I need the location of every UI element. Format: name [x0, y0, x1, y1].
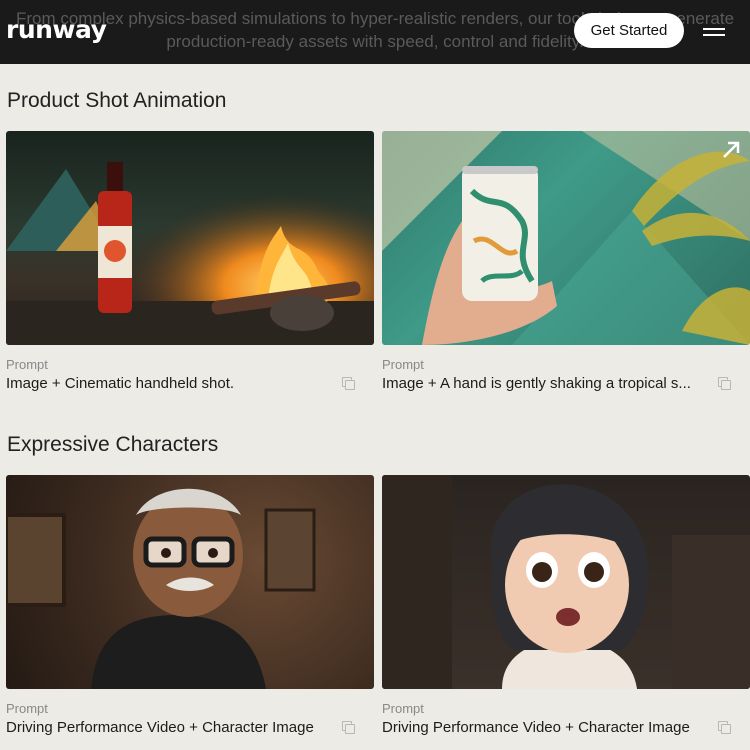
copy-icon[interactable] — [342, 720, 356, 735]
top-nav-bar: From complex physics-based simulations t… — [0, 0, 750, 64]
prompt-text: Image + A hand is gently shaking a tropi… — [382, 375, 691, 392]
card-expressive-2[interactable]: Prompt Driving Performance Video + Chara… — [382, 475, 750, 736]
runway-logo[interactable]: runway — [6, 15, 107, 44]
tropical-can-video[interactable] — [382, 131, 750, 345]
prompt-text: Image + Cinematic handheld shot. — [6, 375, 235, 392]
section-title-expressive-characters: Expressive Characters — [7, 433, 219, 456]
card-product-shot-1[interactable]: Prompt Image + Cinematic handheld shot. — [6, 131, 374, 392]
copy-icon[interactable] — [718, 376, 732, 391]
prompt-text: Driving Performance Video + Character Im… — [6, 719, 314, 736]
prompt-label: Prompt — [382, 357, 424, 372]
section-title-product-shot: Product Shot Animation — [7, 89, 227, 112]
prompt-label: Prompt — [382, 701, 424, 716]
external-link-arrow-icon[interactable] — [720, 139, 742, 161]
prompt-label: Prompt — [6, 357, 48, 372]
copy-icon[interactable] — [718, 720, 732, 735]
hamburger-menu-icon[interactable] — [700, 20, 728, 44]
campfire-hot-sauce-video[interactable] — [6, 131, 374, 345]
prompt-label: Prompt — [6, 701, 48, 716]
girl-character-video[interactable] — [382, 475, 750, 689]
get-started-button[interactable]: Get Started — [574, 13, 684, 48]
elderly-man-character-video[interactable] — [6, 475, 374, 689]
copy-icon[interactable] — [342, 376, 356, 391]
card-product-shot-2[interactable]: Prompt Image + A hand is gently shaking … — [382, 131, 750, 392]
prompt-text: Driving Performance Video + Character Im… — [382, 719, 690, 736]
card-expressive-1[interactable]: Prompt Driving Performance Video + Chara… — [6, 475, 374, 736]
